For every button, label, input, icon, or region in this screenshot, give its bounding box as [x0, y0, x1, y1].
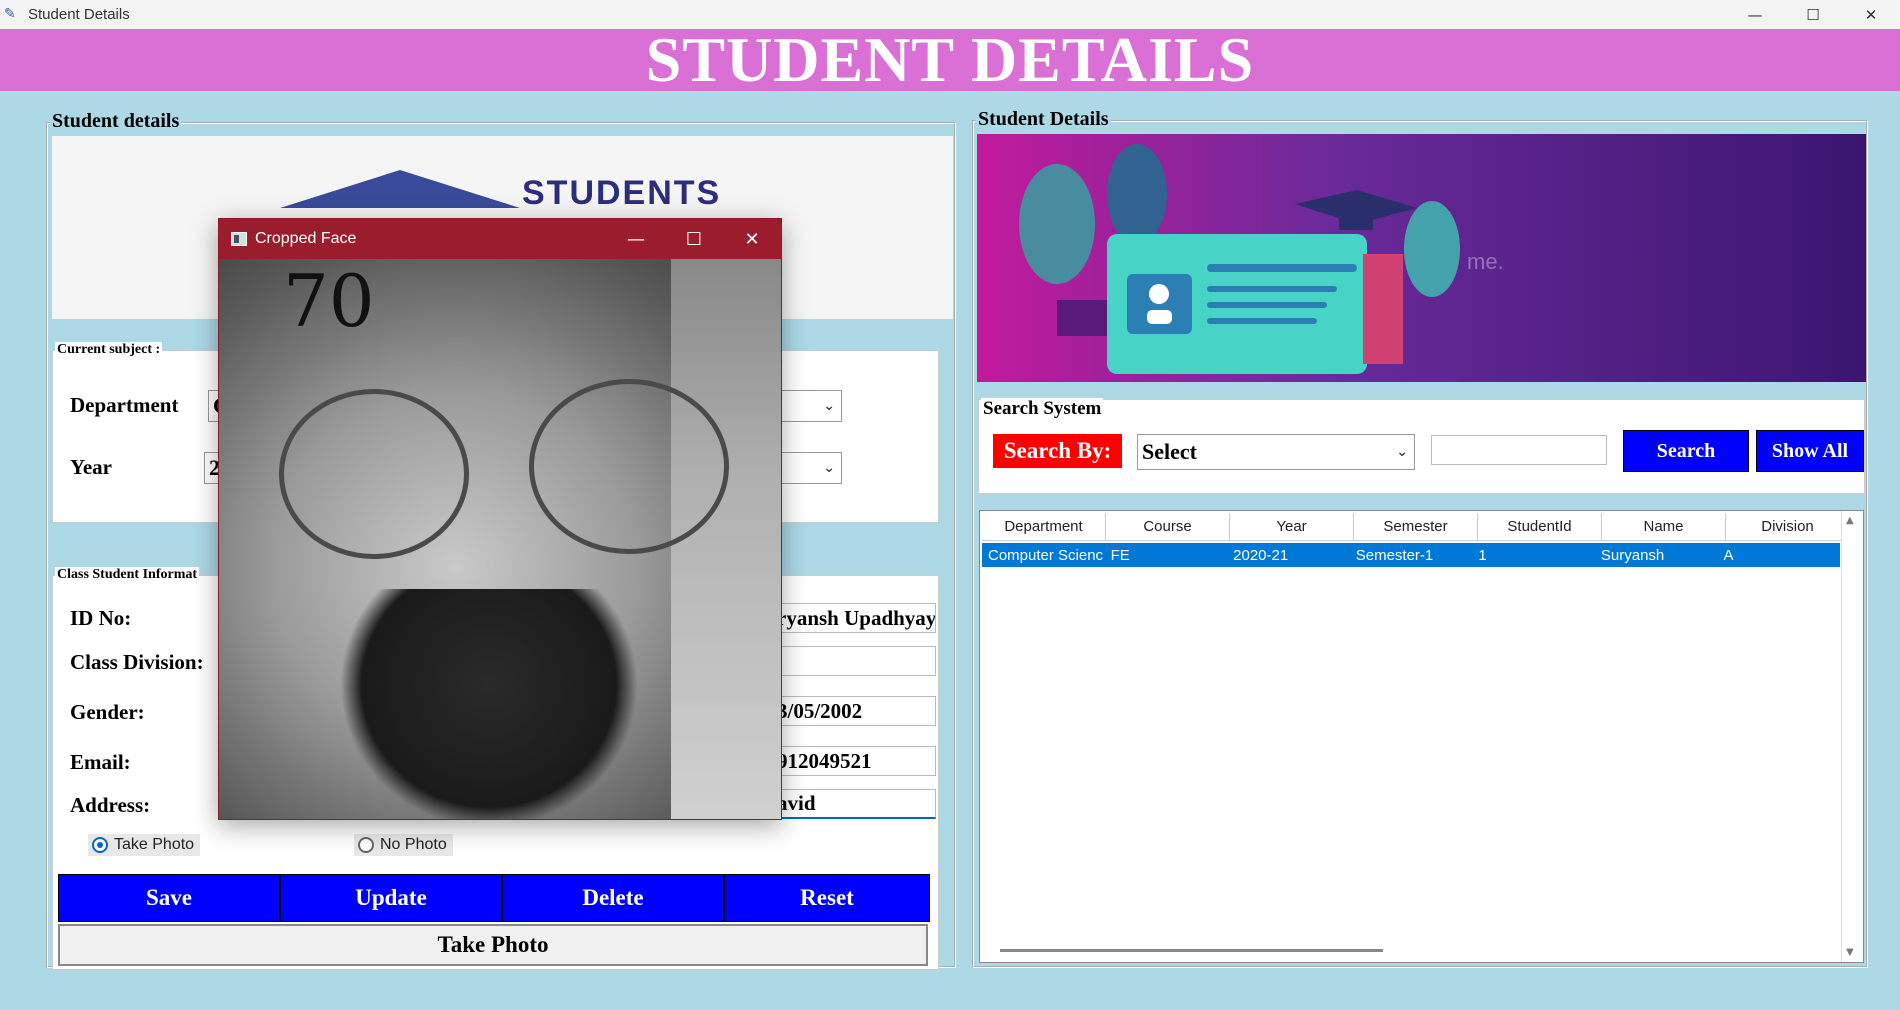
right-glasses-lens [529, 379, 729, 554]
table-header: Department Course Year Semester StudentI… [982, 513, 1850, 541]
teacher-field[interactable]: avid [772, 789, 936, 819]
beard-shape [339, 589, 639, 819]
class-division-label: Class Division: [70, 650, 204, 674]
dob-value: 3/05/2002 [777, 698, 863, 723]
id-label: ID No: [70, 606, 132, 630]
radio-unselected-icon [358, 837, 374, 853]
reset-button[interactable]: Reset [724, 874, 930, 922]
chevron-down-icon: ⌄ [823, 460, 835, 476]
phone-value: 912049521 [777, 748, 872, 773]
cell-course: FE [1110, 546, 1130, 564]
save-button[interactable]: Save [58, 874, 280, 922]
gender-label: Gender: [70, 700, 145, 724]
vertical-scrollbar[interactable]: ▲ ▼ [1841, 511, 1863, 962]
right-frame-title: Student Details [976, 108, 1111, 131]
update-button[interactable]: Update [280, 874, 502, 922]
minimize-icon[interactable]: — [607, 219, 665, 259]
chevron-down-icon: ⌄ [823, 398, 835, 414]
cropped-face-window: Cropped Face — ☐ ✕ 70 [218, 218, 782, 820]
column-header-division[interactable]: Division [1726, 513, 1850, 541]
address-label: Address: [70, 793, 151, 817]
search-by-label: Search By: [993, 434, 1122, 468]
maximize-icon[interactable]: ☐ [665, 219, 723, 259]
scroll-up-icon[interactable]: ▲ [1846, 515, 1854, 526]
confidence-score: 70 [283, 259, 375, 343]
banner-watermark-text: me. [1467, 249, 1504, 274]
left-frame-title: Student details [50, 110, 182, 133]
logo-text: STUDENTS [522, 174, 722, 212]
no-photo-radio-label: No Photo [380, 836, 447, 853]
search-button[interactable]: Search [1623, 430, 1749, 472]
cell-year: 2020-21 [1233, 546, 1289, 564]
department-label: Department [70, 393, 179, 417]
dob-field[interactable]: 3/05/2002 [772, 696, 936, 726]
window-controls: — ☐ ✕ [1726, 0, 1900, 29]
column-header-department[interactable]: Department [982, 513, 1106, 541]
column-header-semester[interactable]: Semester [1354, 513, 1478, 541]
graduation-cap-icon [280, 170, 520, 208]
maximize-icon[interactable]: ☐ [1784, 0, 1842, 29]
student-name-field[interactable]: ryansh Upadhyay [772, 603, 936, 633]
cell-studentid: 1 [1478, 546, 1487, 564]
search-system-title: Search System [981, 398, 1104, 420]
cropped-window-controls: — ☐ ✕ [607, 219, 781, 259]
face-background-shape [671, 259, 781, 819]
header-banner: STUDENT DETAILS [0, 24, 1900, 95]
class-info-title: Class Student Informat [55, 567, 200, 583]
cell-name: Suryansh [1600, 546, 1665, 564]
scroll-down-icon[interactable]: ▼ [1846, 947, 1854, 958]
cell-division: A [1723, 546, 1734, 564]
search-input[interactable] [1431, 435, 1607, 465]
left-glasses-lens [279, 389, 469, 559]
horizontal-scrollbar[interactable] [1000, 949, 1383, 952]
delete-button[interactable]: Delete [502, 874, 724, 922]
chevron-down-icon: ⌄ [1396, 444, 1408, 460]
cropped-face-title: Cropped Face [255, 230, 357, 247]
radio-selected-icon [92, 837, 108, 853]
window-title: Student Details [28, 6, 130, 23]
email-label: Email: [70, 750, 131, 774]
id-card-illustration: me. [1019, 144, 1504, 374]
close-icon[interactable]: ✕ [1842, 0, 1900, 29]
column-header-course[interactable]: Course [1106, 513, 1230, 541]
cropped-face-titlebar: Cropped Face — ☐ ✕ [219, 219, 781, 259]
take-photo-radio[interactable]: Take Photo [88, 834, 201, 856]
window-app-icon [231, 232, 247, 246]
cell-department: Computer Scienc [988, 546, 1104, 564]
page-title: STUDENT DETAILS [645, 24, 1255, 95]
feather-icon: ✎ [4, 6, 16, 22]
search-by-value: Select [1142, 439, 1197, 464]
take-photo-radio-label: Take Photo [114, 836, 195, 853]
student-table: Department Course Year Semester StudentI… [979, 510, 1864, 963]
minimize-icon[interactable]: — [1726, 0, 1784, 29]
student-name-value: ryansh Upadhyay [777, 605, 936, 630]
student-id-illustration: me. [977, 134, 1866, 382]
show-all-button[interactable]: Show All [1756, 430, 1864, 472]
column-header-year[interactable]: Year [1230, 513, 1354, 541]
no-photo-radio[interactable]: No Photo [354, 834, 453, 856]
cell-semester: Semester-1 [1355, 546, 1434, 564]
cropped-face-image: 70 [219, 259, 781, 819]
take-photo-button[interactable]: Take Photo [58, 924, 928, 966]
year-label: Year [70, 455, 112, 479]
close-icon[interactable]: ✕ [723, 219, 781, 259]
search-by-select[interactable]: Select ⌄ [1137, 434, 1415, 470]
phone-field[interactable]: 912049521 [772, 746, 936, 776]
column-header-name[interactable]: Name [1602, 513, 1726, 541]
column-header-studentid[interactable]: StudentId [1478, 513, 1602, 541]
teacher-value: avid [777, 791, 816, 815]
division-right-field[interactable] [772, 646, 936, 676]
current-subject-title: Current subject : [55, 342, 163, 358]
table-row[interactable]: Computer Scienc FE 2020-21 Semester-1 1 … [982, 543, 1840, 567]
